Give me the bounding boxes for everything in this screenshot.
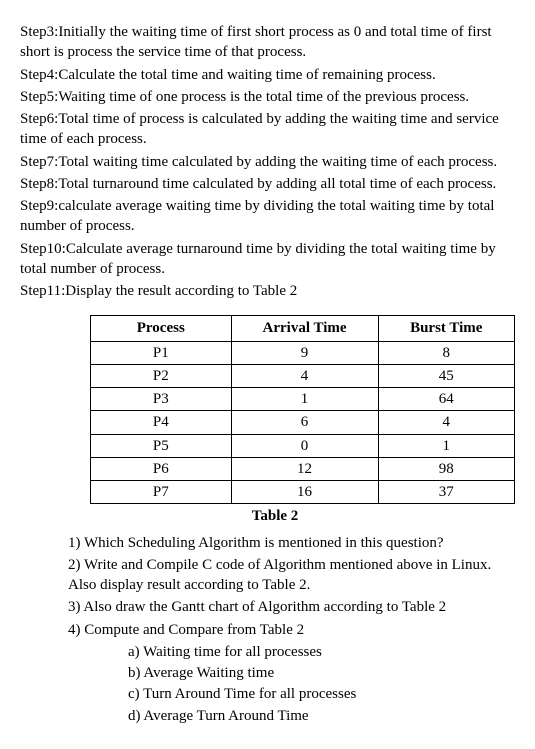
table-row: P2 4 45: [91, 364, 515, 387]
cell-arrival: 6: [231, 411, 378, 434]
subquestion-list: a) Waiting time for all processes b) Ave…: [68, 642, 515, 726]
step-5: Step5:Waiting time of one process is the…: [20, 87, 515, 107]
cell-process: P1: [91, 341, 232, 364]
cell-burst: 64: [378, 388, 514, 411]
cell-burst: 8: [378, 341, 514, 364]
subquestion-b: b) Average Waiting time: [128, 663, 515, 683]
cell-arrival: 12: [231, 457, 378, 480]
header-burst: Burst Time: [378, 316, 514, 341]
cell-burst: 98: [378, 457, 514, 480]
table-header-row: Process Arrival Time Burst Time: [91, 316, 515, 341]
table-row: P5 0 1: [91, 434, 515, 457]
table-row: P3 1 64: [91, 388, 515, 411]
cell-burst: 45: [378, 364, 514, 387]
cell-process: P7: [91, 481, 232, 504]
question-1: 1) Which Scheduling Algorithm is mention…: [68, 533, 515, 553]
cell-process: P2: [91, 364, 232, 387]
subquestion-d: d) Average Turn Around Time: [128, 706, 515, 726]
step-9: Step9:calculate average waiting time by …: [20, 196, 515, 237]
subquestion-a: a) Waiting time for all processes: [128, 642, 515, 662]
table-row: P1 9 8: [91, 341, 515, 364]
cell-process: P3: [91, 388, 232, 411]
cell-process: P4: [91, 411, 232, 434]
cell-arrival: 4: [231, 364, 378, 387]
cell-arrival: 9: [231, 341, 378, 364]
header-arrival: Arrival Time: [231, 316, 378, 341]
cell-process: P5: [91, 434, 232, 457]
steps-block: Step3:Initially the waiting time of firs…: [20, 22, 515, 301]
step-6: Step6:Total time of process is calculate…: [20, 109, 515, 150]
question-3: 3) Also draw the Gantt chart of Algorith…: [68, 597, 515, 617]
table-row: P6 12 98: [91, 457, 515, 480]
cell-burst: 1: [378, 434, 514, 457]
question-4: 4) Compute and Compare from Table 2: [68, 620, 515, 640]
step-10: Step10:Calculate average turnaround time…: [20, 239, 515, 280]
step-11: Step11:Display the result according to T…: [20, 281, 515, 301]
subquestion-c: c) Turn Around Time for all processes: [128, 684, 515, 704]
table-2: Process Arrival Time Burst Time P1 9 8 P…: [90, 315, 515, 504]
header-process: Process: [91, 316, 232, 341]
cell-arrival: 16: [231, 481, 378, 504]
cell-process: P6: [91, 457, 232, 480]
table-row: P4 6 4: [91, 411, 515, 434]
step-3: Step3:Initially the waiting time of firs…: [20, 22, 515, 63]
step-8: Step8:Total turnaround time calculated b…: [20, 174, 515, 194]
step-4: Step4:Calculate the total time and waiti…: [20, 65, 515, 85]
cell-arrival: 1: [231, 388, 378, 411]
question-list: 1) Which Scheduling Algorithm is mention…: [20, 533, 515, 726]
table-caption: Table 2: [90, 506, 460, 526]
cell-arrival: 0: [231, 434, 378, 457]
table-row: P7 16 37: [91, 481, 515, 504]
question-2: 2) Write and Compile C code of Algorithm…: [68, 555, 515, 596]
cell-burst: 4: [378, 411, 514, 434]
step-7: Step7:Total waiting time calculated by a…: [20, 152, 515, 172]
cell-burst: 37: [378, 481, 514, 504]
